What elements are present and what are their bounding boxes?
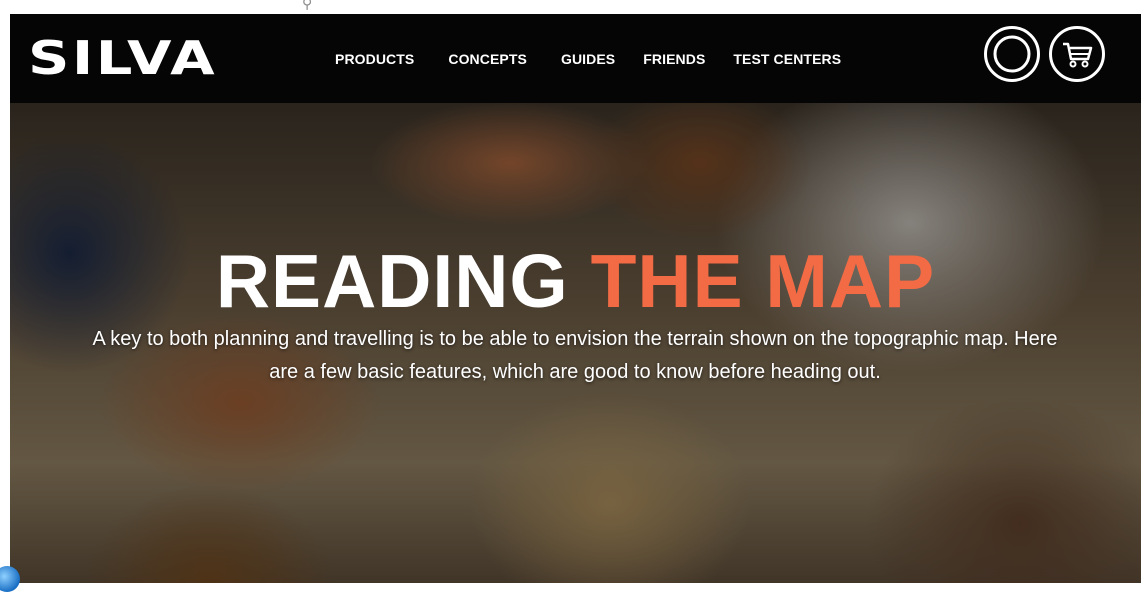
main-nav: PRODUCTS CONCEPTS GUIDES FRIENDS TEST CE…	[335, 49, 875, 69]
nav-item-friends[interactable]: FRIENDS	[643, 49, 705, 69]
nav-item-concepts[interactable]: CONCEPTS	[448, 49, 527, 69]
hero-subtitle: A key to both planning and travelling is…	[92, 328, 1058, 383]
cursor-icon: ⚲	[302, 0, 313, 12]
silva-logo[interactable]: SILVA	[28, 35, 241, 81]
search-icon	[993, 35, 1031, 73]
cart-icon	[1063, 42, 1093, 68]
search-button[interactable]	[984, 26, 1040, 82]
hero-title: READING THE MAP	[10, 244, 1141, 319]
nav-item-test-centers[interactable]: TEST CENTERS	[733, 49, 841, 69]
hero-section: READING THE MAP A key to both planning a…	[10, 103, 1141, 583]
nav-item-products[interactable]: PRODUCTS	[335, 49, 414, 69]
globe-icon	[0, 566, 20, 592]
browser-top-strip	[0, 0, 1141, 14]
hero-title-part2: THE MAP	[590, 239, 936, 324]
hero-title-part1: READING	[215, 239, 569, 324]
site-header: SILVA PRODUCTS CONCEPTS GUIDES FRIENDS T…	[10, 14, 1141, 103]
cart-button[interactable]	[1049, 26, 1105, 82]
nav-item-guides[interactable]: GUIDES	[561, 49, 615, 69]
